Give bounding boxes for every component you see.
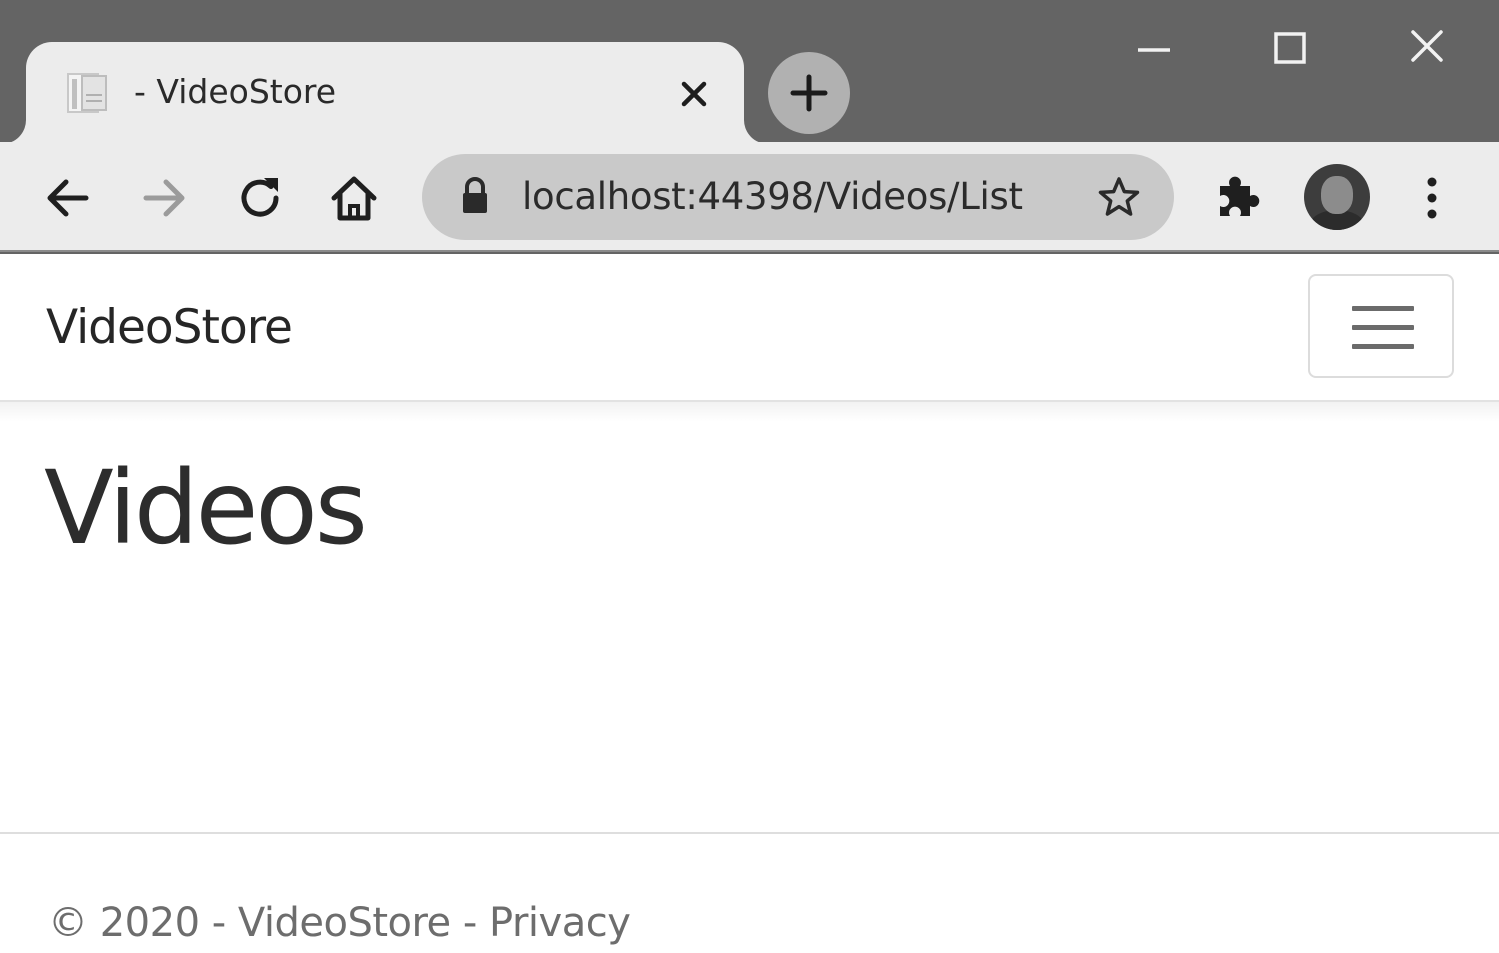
title-bar: - VideoStore <box>0 0 1499 144</box>
privacy-link[interactable]: Privacy <box>489 900 631 946</box>
lock-icon[interactable] <box>458 176 492 216</box>
footer-copyright: © 2020 - VideoStore - <box>48 900 477 946</box>
window-close-icon[interactable] <box>1397 22 1457 74</box>
reload-icon[interactable] <box>232 170 288 226</box>
close-icon[interactable] <box>674 74 714 114</box>
maximize-icon[interactable] <box>1260 22 1320 74</box>
avatar-face <box>1321 176 1353 214</box>
browser-tab[interactable]: - VideoStore <box>26 42 744 144</box>
plus-icon <box>790 74 828 112</box>
site-footer: © 2020 - VideoStore - Privacy <box>0 832 1499 953</box>
kebab-menu-icon[interactable] <box>1414 172 1450 224</box>
url-text[interactable]: localhost:44398/Videos/List <box>522 170 1023 224</box>
home-icon[interactable] <box>326 170 382 226</box>
site-navbar: VideoStore <box>0 254 1499 402</box>
forward-arrow-icon[interactable] <box>136 170 192 226</box>
minimize-icon[interactable] <box>1124 22 1184 74</box>
browser-toolbar: localhost:44398/Videos/List <box>0 142 1499 252</box>
address-bar[interactable]: localhost:44398/Videos/List <box>422 154 1174 240</box>
star-icon[interactable] <box>1096 174 1142 220</box>
hamburger-icon-bar <box>1352 344 1414 349</box>
browser-window: - VideoStore localhost:44398/Videos/List <box>0 0 1499 254</box>
back-arrow-icon[interactable] <box>40 170 96 226</box>
page-icon <box>67 73 107 113</box>
brand-link[interactable]: VideoStore <box>46 300 293 355</box>
new-tab-button[interactable] <box>768 52 850 134</box>
navbar-toggler-button[interactable] <box>1308 274 1454 378</box>
navbar-shadow <box>0 402 1499 422</box>
puzzle-icon[interactable] <box>1210 170 1266 226</box>
profile-avatar[interactable] <box>1304 164 1370 230</box>
hamburger-icon-bar <box>1352 325 1414 330</box>
page-title: Videos <box>44 449 368 568</box>
footer-text: © 2020 - VideoStore - Privacy <box>48 900 631 946</box>
tab-title: - VideoStore <box>134 72 337 111</box>
hamburger-icon <box>1352 306 1414 311</box>
